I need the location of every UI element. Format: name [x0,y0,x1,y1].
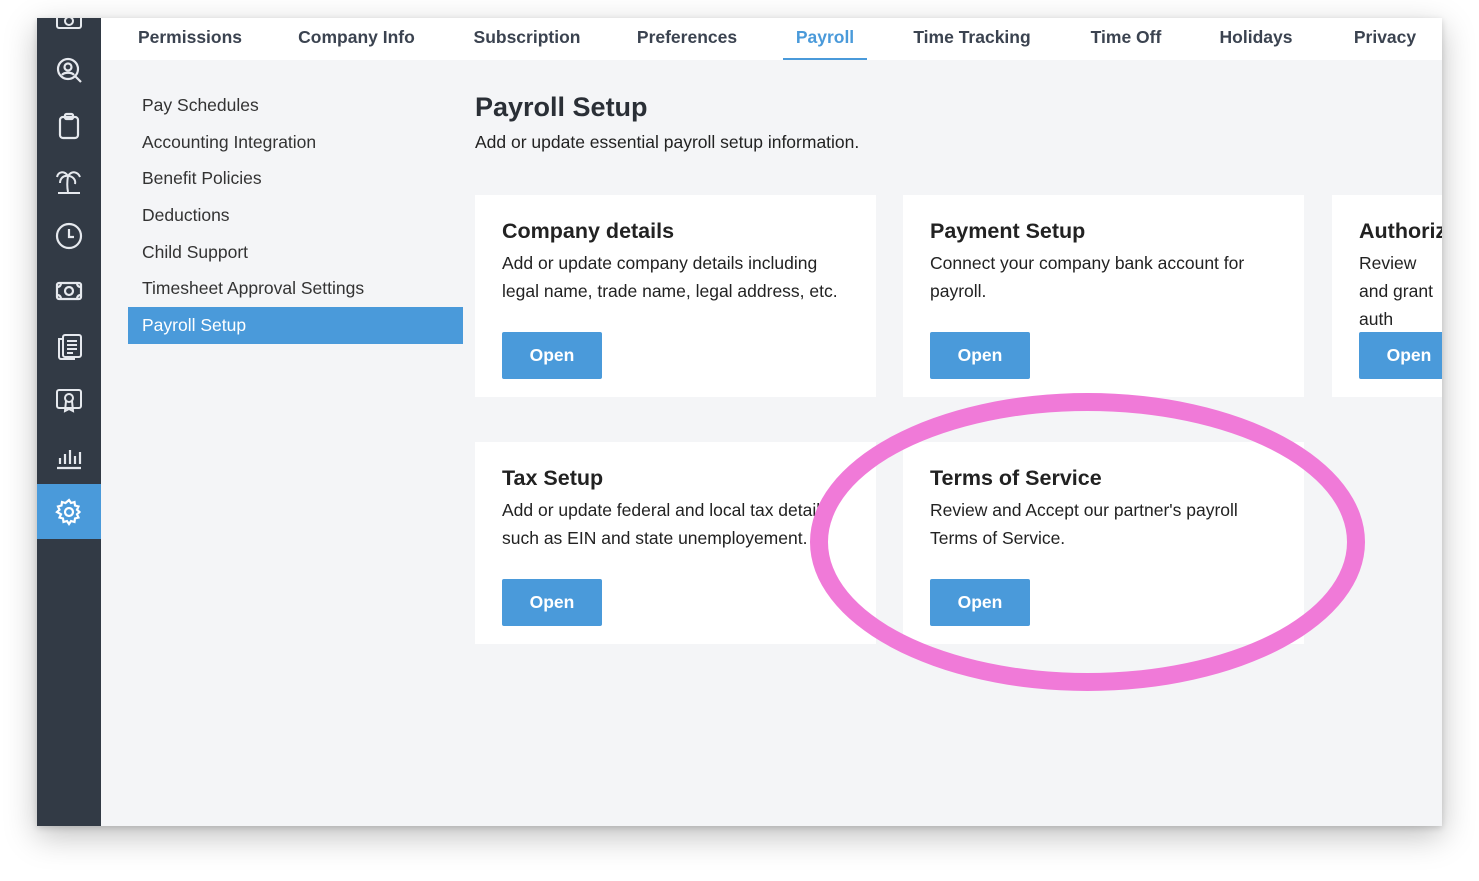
tab-payroll[interactable]: Payroll [783,18,867,60]
card-title: Tax Setup [502,466,604,490]
tab-company-info[interactable]: Company Info [289,18,424,60]
top-tab-bar: Permissions Company Info Subscription Pr… [101,18,1442,60]
card-description: Connect your company bank account for pa… [930,253,1245,301]
company-details-card: Company details Add or update company de… [475,195,876,397]
company-details-open-button[interactable]: Open [502,332,602,379]
tab-permissions[interactable]: Permissions [125,18,255,60]
clipboard-icon[interactable] [37,101,101,151]
tab-holidays[interactable]: Holidays [1208,18,1304,60]
payment-setup-open-button[interactable]: Open [930,332,1030,379]
card-description: Add or update company details including … [502,253,838,301]
card-title: Payment Setup [930,219,1086,243]
tax-setup-card: Tax Setup Add or update federal and loca… [475,442,876,644]
certificate-icon[interactable] [37,376,101,426]
tab-subscription[interactable]: Subscription [463,18,591,60]
clock-icon[interactable] [37,211,101,261]
tax-setup-open-button[interactable]: Open [502,579,602,626]
icon-rail [37,18,101,826]
page-title: Payroll Setup [475,92,648,122]
tab-time-tracking[interactable]: Time Tracking [904,18,1040,60]
subnav-pay-schedules[interactable]: Pay Schedules [128,87,463,124]
card-description: Review and Accept our partner's payroll … [930,500,1238,548]
terms-of-service-card: Terms of Service Review and Accept our p… [903,442,1304,644]
terms-of-service-open-button[interactable]: Open [930,579,1030,626]
card-title: Terms of Service [930,466,1102,490]
money-icon[interactable] [37,18,101,46]
gear-icon[interactable] [37,484,101,539]
subnav-child-support[interactable]: Child Support [128,234,463,271]
card-description: Add or update federal and local tax deta… [502,500,829,548]
tab-time-off[interactable]: Time Off [1083,18,1169,60]
card-description: Review and grant auth [1359,253,1433,329]
tab-privacy[interactable]: Privacy [1343,18,1427,60]
subnav-benefit-policies[interactable]: Benefit Policies [128,160,463,197]
tab-preferences[interactable]: Preferences [628,18,746,60]
bar-chart-icon[interactable] [37,431,101,481]
subnav-payroll-setup[interactable]: Payroll Setup [128,307,463,344]
documents-icon[interactable] [37,321,101,371]
subnav-timesheet-approval[interactable]: Timesheet Approval Settings [128,270,463,307]
cash-icon[interactable] [37,266,101,316]
authorization-card: Authoriz Review and grant auth Open [1332,195,1442,397]
authorization-open-button[interactable]: Open [1359,332,1442,379]
card-title: Authoriz [1359,219,1442,243]
payment-setup-card: Payment Setup Connect your company bank … [903,195,1304,397]
subnav-deductions[interactable]: Deductions [128,197,463,234]
subnav-accounting-integration[interactable]: Accounting Integration [128,124,463,161]
card-title: Company details [502,219,675,243]
app-window: Permissions Company Info Subscription Pr… [37,18,1442,826]
user-search-icon[interactable] [37,46,101,96]
page-subtitle: Add or update essential payroll setup in… [475,132,860,152]
palm-tree-icon[interactable] [37,156,101,206]
